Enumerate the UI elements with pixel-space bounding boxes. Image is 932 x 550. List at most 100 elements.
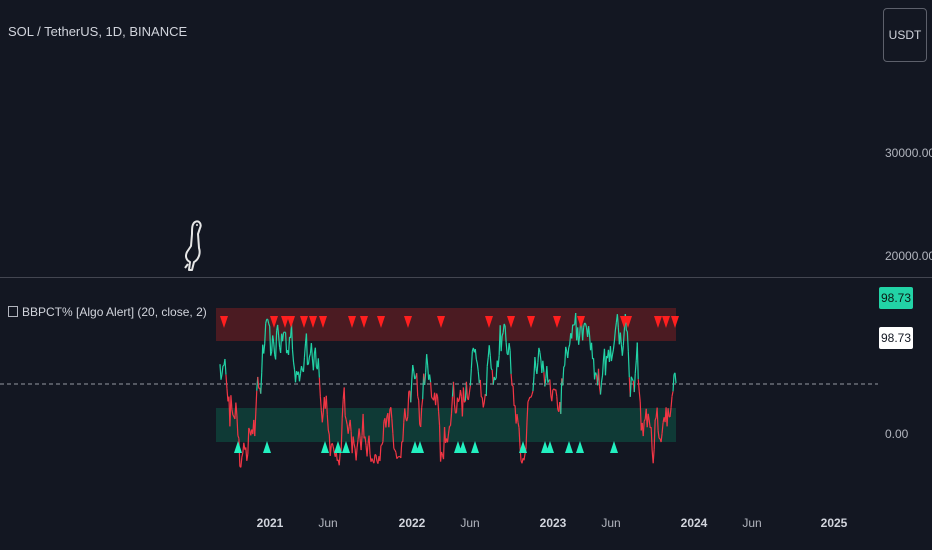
series-segment bbox=[426, 354, 429, 366]
series-segment bbox=[539, 352, 542, 361]
oversold-up-marker bbox=[565, 441, 573, 453]
series-segment bbox=[400, 441, 403, 459]
series-segment bbox=[475, 358, 478, 364]
series-segment bbox=[413, 370, 416, 380]
series-segment bbox=[261, 344, 264, 373]
series-segment bbox=[634, 360, 637, 374]
oversold-up-marker bbox=[471, 441, 479, 453]
series-segment bbox=[488, 345, 491, 356]
series-segment bbox=[310, 343, 313, 359]
time-label-jun-2023: Jun bbox=[601, 516, 621, 530]
time-label-2023: 2023 bbox=[539, 516, 567, 530]
series-segment bbox=[331, 443, 334, 448]
series-segment bbox=[612, 340, 616, 350]
oversold-up-marker bbox=[546, 441, 554, 453]
series-segment bbox=[366, 443, 369, 457]
time-label-jun-2021: Jun bbox=[318, 516, 338, 530]
series-segment bbox=[416, 373, 419, 397]
series-segment bbox=[636, 342, 639, 380]
series-segment bbox=[549, 379, 552, 396]
series-segment bbox=[474, 349, 477, 360]
series-segment bbox=[555, 389, 558, 397]
series-segment bbox=[373, 454, 376, 464]
zero-level-label: 0.00 bbox=[885, 427, 909, 441]
value-badge-bottom: 98.73 bbox=[879, 327, 913, 349]
time-label-2024: 2024 bbox=[680, 516, 708, 530]
series-segment bbox=[380, 444, 383, 446]
series-segment bbox=[393, 448, 396, 451]
series-segment bbox=[300, 365, 304, 371]
series-segment bbox=[512, 385, 515, 406]
series-segment bbox=[375, 454, 378, 462]
series-segment bbox=[307, 356, 311, 365]
series-segment bbox=[468, 385, 471, 394]
series-segment bbox=[652, 449, 655, 464]
series-segment bbox=[601, 359, 605, 376]
oversold-up-marker bbox=[610, 441, 618, 453]
series-segment bbox=[625, 329, 628, 332]
series-segment bbox=[241, 452, 244, 458]
series-segment bbox=[338, 452, 341, 466]
series-segment bbox=[314, 347, 317, 367]
series-segment bbox=[600, 375, 604, 383]
series-segment bbox=[260, 372, 263, 394]
series-segment bbox=[483, 394, 486, 403]
series-segment bbox=[371, 458, 374, 462]
series-segment bbox=[485, 366, 488, 397]
series-segment bbox=[633, 373, 636, 393]
series-segment bbox=[317, 358, 320, 378]
series-segment bbox=[434, 393, 438, 406]
series-segment bbox=[302, 357, 306, 372]
series-segment bbox=[497, 355, 500, 368]
time-label-2022: 2022 bbox=[398, 516, 426, 530]
series-segment bbox=[531, 390, 534, 395]
series-segment bbox=[567, 347, 570, 359]
series-segment bbox=[417, 396, 420, 401]
oversold-up-marker bbox=[342, 441, 350, 453]
series-segment bbox=[584, 322, 586, 325]
series-segment bbox=[532, 376, 535, 392]
series-segment bbox=[523, 453, 526, 461]
time-label-jun-2022: Jun bbox=[460, 516, 480, 530]
series-segment bbox=[551, 389, 554, 402]
series-segment bbox=[544, 378, 547, 387]
oversold-up-marker bbox=[416, 441, 424, 453]
series-segment bbox=[604, 355, 608, 376]
series-segment bbox=[395, 452, 398, 459]
series-segment bbox=[318, 377, 321, 397]
series-segment bbox=[530, 394, 533, 398]
oversold-up-marker bbox=[263, 441, 271, 453]
series-segment bbox=[638, 391, 641, 402]
series-segment bbox=[396, 456, 399, 459]
series-segment bbox=[257, 376, 260, 389]
series-segment bbox=[537, 347, 540, 363]
series-segment bbox=[421, 398, 424, 408]
series-segment bbox=[629, 376, 632, 397]
series-segment bbox=[470, 351, 473, 369]
series-segment bbox=[414, 377, 417, 380]
series-segment bbox=[430, 382, 433, 398]
series-segment bbox=[590, 342, 594, 360]
oversold-up-marker bbox=[576, 441, 584, 453]
series-segment bbox=[563, 365, 566, 368]
series-segment bbox=[479, 379, 482, 397]
series-segment bbox=[672, 374, 675, 392]
series-segment bbox=[379, 445, 382, 462]
series-segment bbox=[527, 399, 530, 402]
oversold-up-marker bbox=[234, 441, 242, 453]
series-segment bbox=[573, 323, 576, 326]
series-segment bbox=[658, 437, 661, 440]
series-segment bbox=[599, 382, 603, 395]
series-segment bbox=[490, 368, 493, 371]
series-segment bbox=[298, 373, 302, 382]
series-segment bbox=[431, 397, 433, 399]
series-segment bbox=[424, 372, 427, 385]
series-segment bbox=[546, 366, 549, 383]
time-label-2021: 2021 bbox=[256, 516, 284, 530]
series-segment bbox=[670, 396, 673, 408]
series-segment bbox=[429, 374, 432, 383]
series-segment bbox=[332, 446, 335, 453]
series-segment bbox=[303, 343, 307, 358]
series-segment bbox=[374, 453, 377, 456]
series-segment bbox=[509, 350, 512, 374]
